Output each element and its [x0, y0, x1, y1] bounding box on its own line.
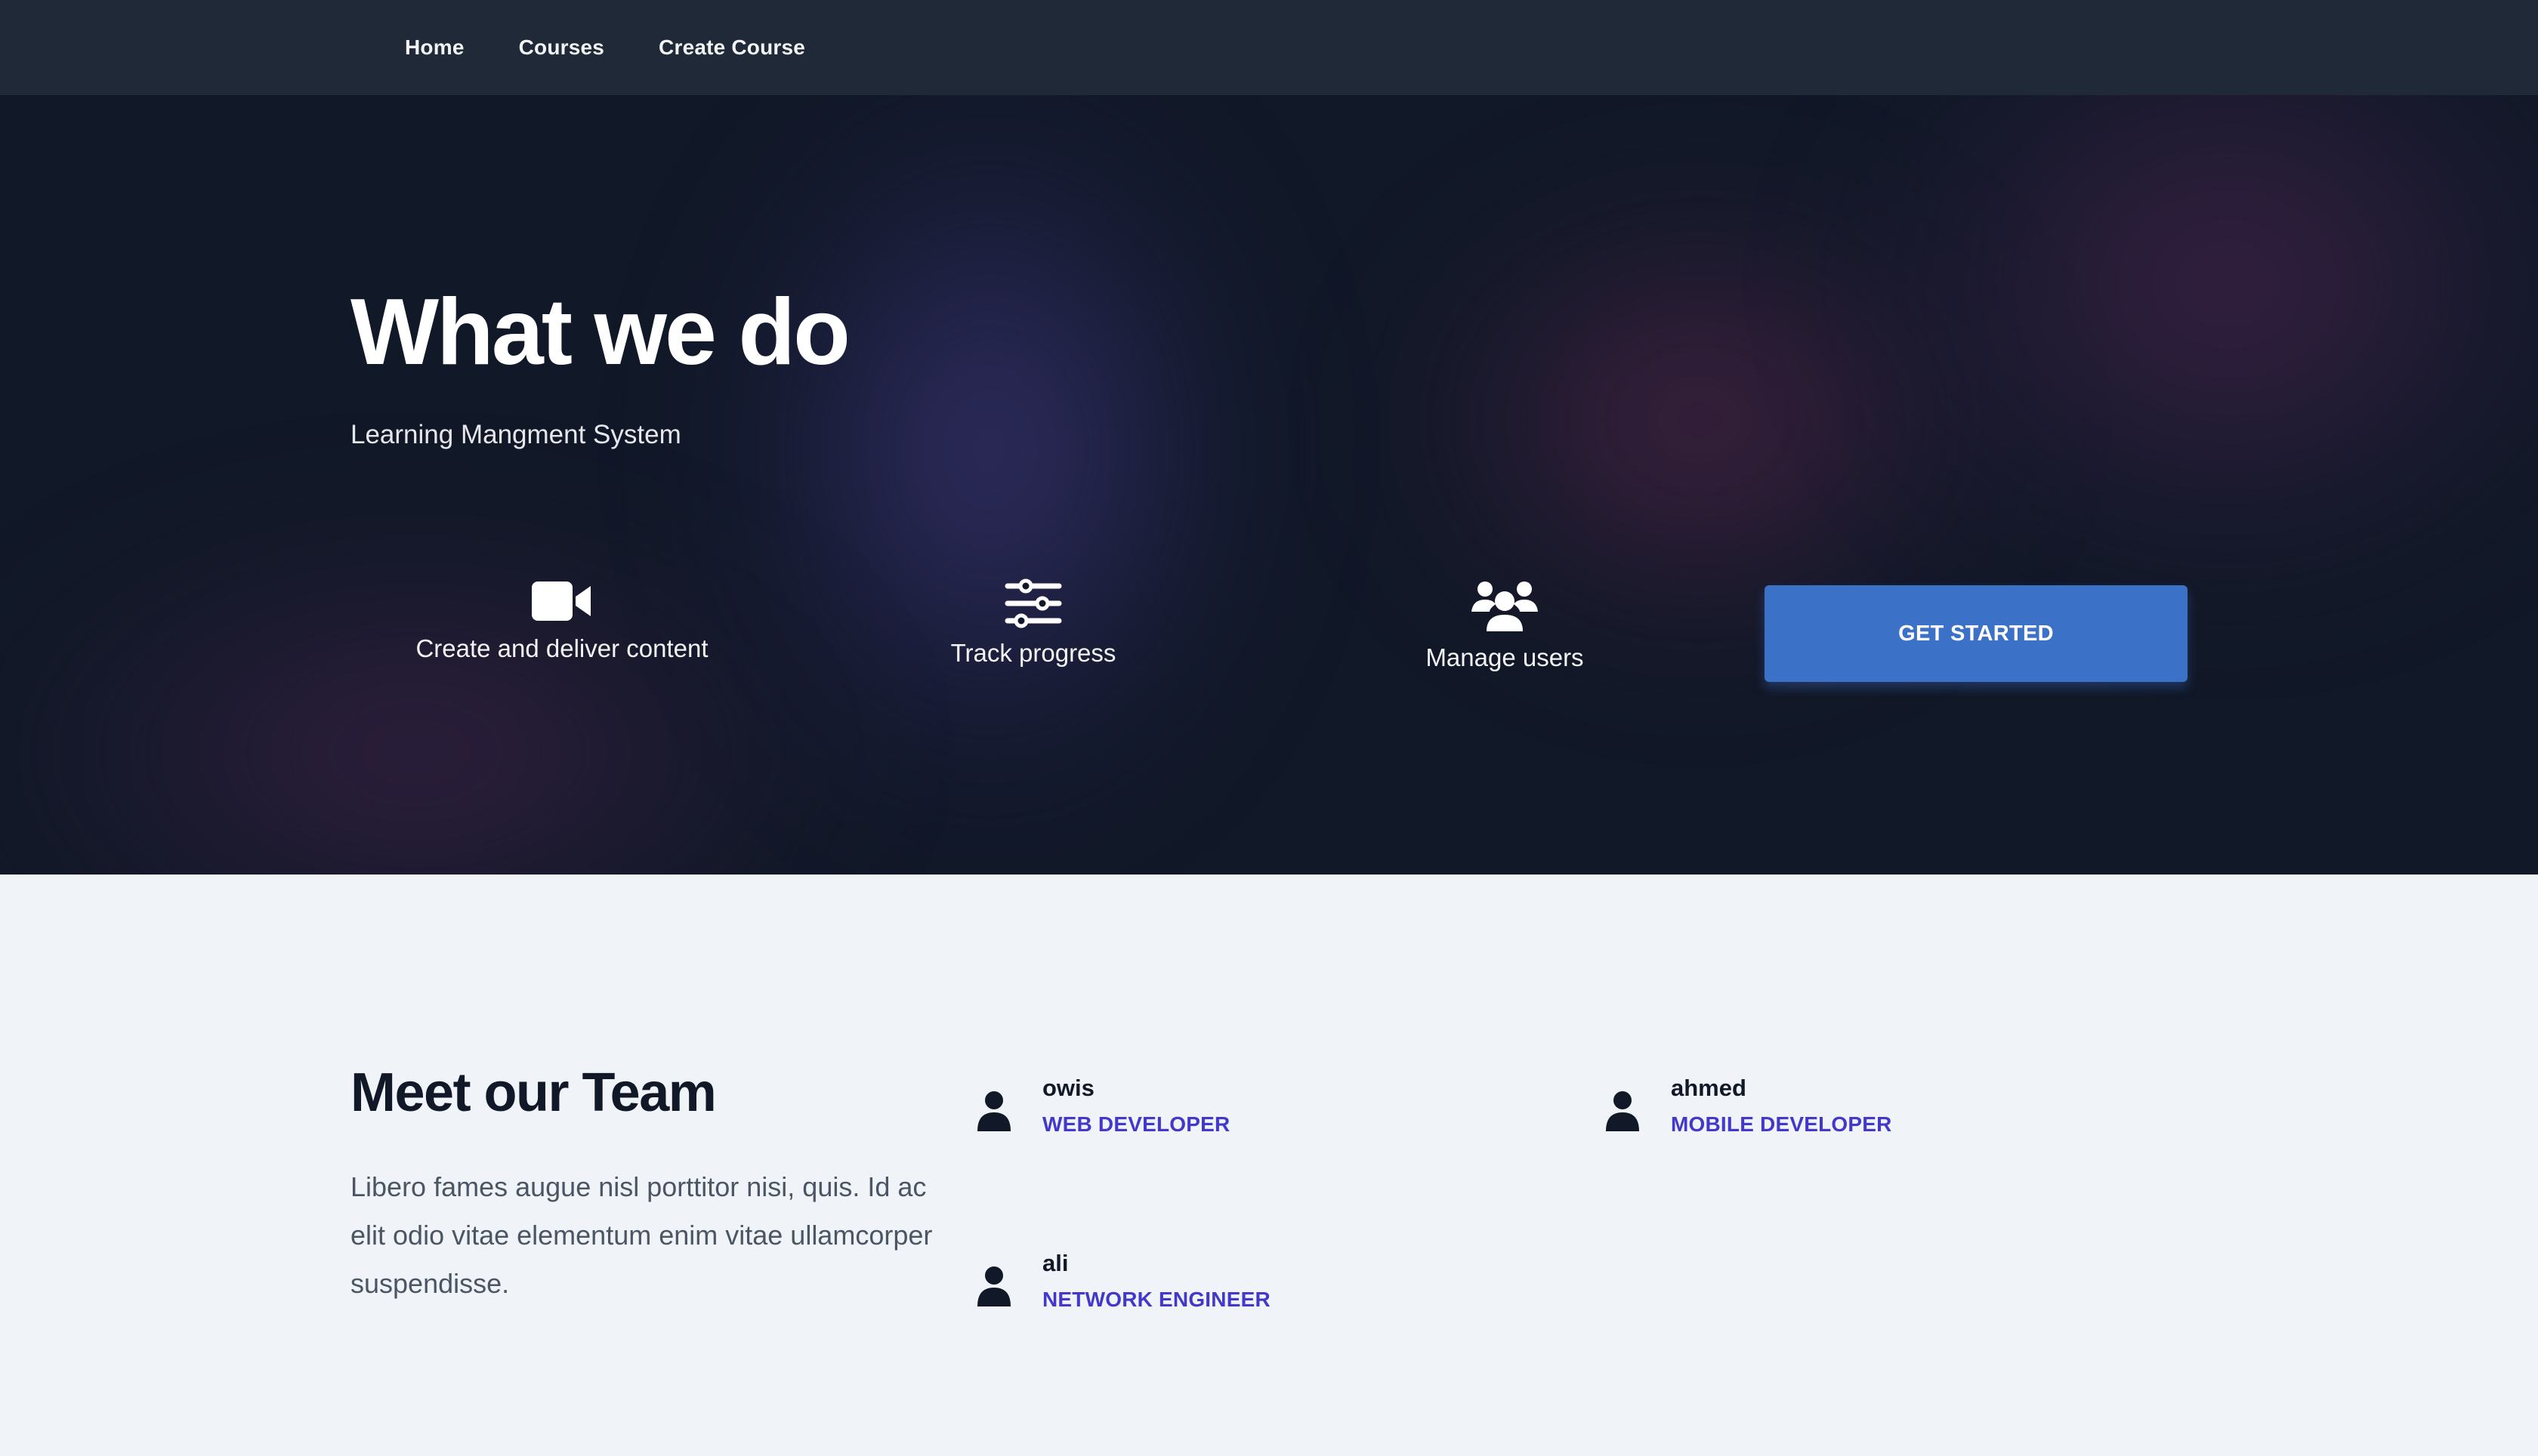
- member-name: owis: [1042, 1075, 1095, 1101]
- team-member-card: ahmed Mobile Developer: [1606, 1074, 1892, 1137]
- member-info: ali Network Engineer: [1042, 1249, 1271, 1312]
- team-member-card: owis Web Developer: [977, 1074, 1230, 1137]
- nav-link-create-course[interactable]: Create Course: [631, 26, 832, 69]
- member-role: Mobile Developer: [1671, 1112, 1892, 1136]
- feature-manage-users: Manage users: [1316, 578, 1694, 672]
- user-icon: [1606, 1091, 1639, 1131]
- team-title: Meet our Team: [350, 1063, 717, 1123]
- top-navigation: Home Courses Create Course: [0, 0, 2538, 95]
- member-name: ali: [1042, 1250, 1069, 1276]
- feature-create-content: Create and deliver content: [373, 578, 751, 663]
- user-icon: [977, 1091, 1011, 1131]
- nav-link-courses[interactable]: Courses: [492, 26, 631, 69]
- get-started-button[interactable]: GET STARTED: [1765, 585, 2188, 682]
- team-member-card: ali Network Engineer: [977, 1249, 1271, 1312]
- feature-label: Create and deliver content: [415, 634, 709, 662]
- member-role: Network Engineer: [1042, 1287, 1271, 1311]
- member-info: owis Web Developer: [1042, 1074, 1230, 1137]
- member-info: ahmed Mobile Developer: [1671, 1074, 1892, 1137]
- users-icon: [1471, 581, 1538, 631]
- user-icon: [977, 1266, 1011, 1306]
- hero-subtitle: Learning Mangment System: [350, 420, 681, 449]
- feature-label: Manage users: [1425, 643, 1584, 671]
- nav-link-home[interactable]: Home: [378, 26, 492, 69]
- member-name: ahmed: [1671, 1075, 1746, 1101]
- member-role: Web Developer: [1042, 1112, 1230, 1136]
- team-description: Libero fames augue nisl porttitor nisi, …: [350, 1171, 933, 1299]
- hero-title: What we do: [350, 280, 851, 384]
- feature-track-progress: Track progress: [844, 578, 1222, 668]
- sliders-icon: [1005, 578, 1062, 628]
- feature-label: Track progress: [950, 639, 1116, 667]
- hero-section: What we do Learning Mangment System Crea…: [0, 95, 2538, 875]
- video-camera-icon: [532, 581, 591, 621]
